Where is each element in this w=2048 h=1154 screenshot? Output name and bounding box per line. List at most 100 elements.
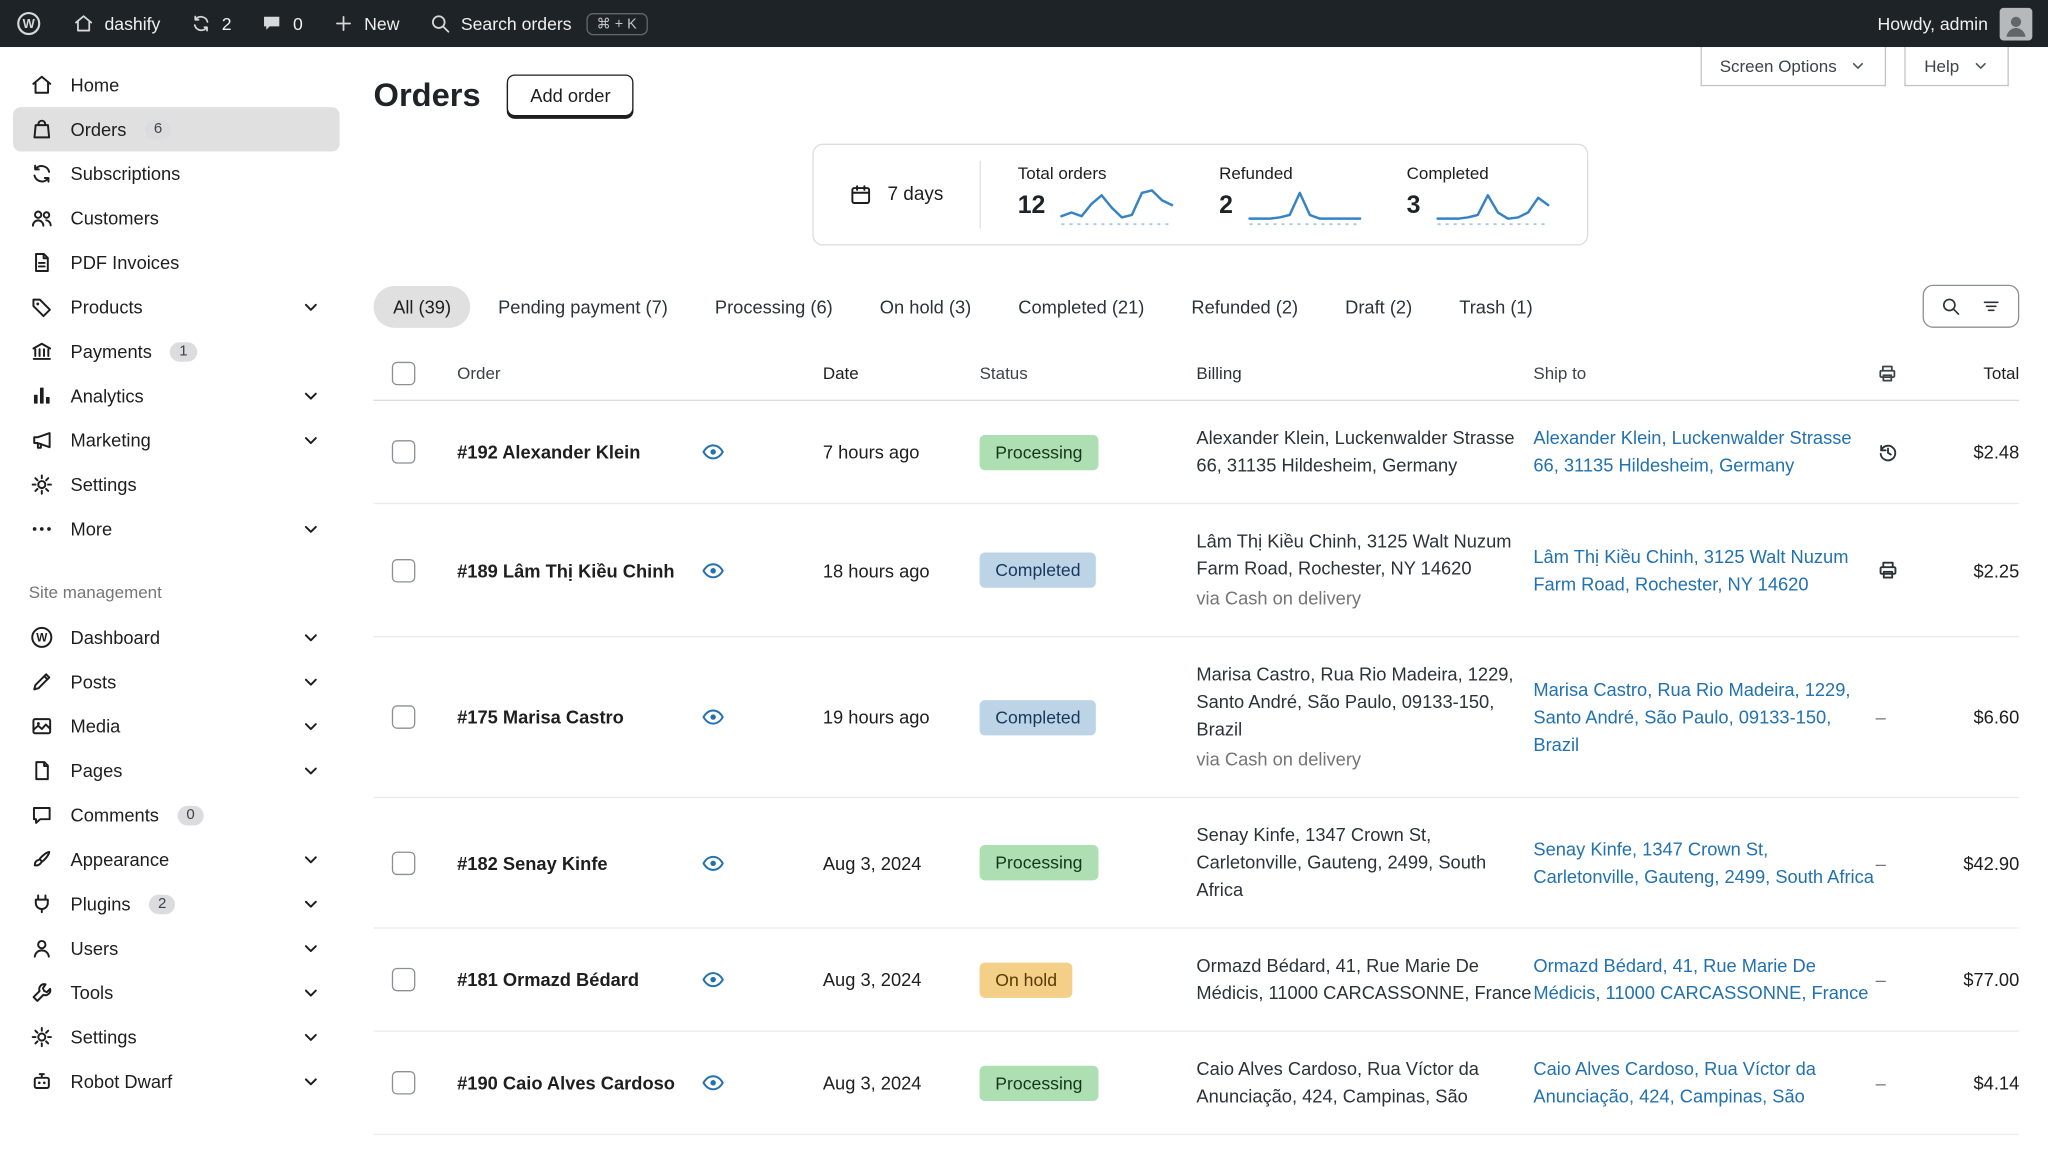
- period-selector[interactable]: 7 days: [848, 182, 943, 208]
- order-cell: #181 Ormazd Bédard: [457, 946, 700, 1014]
- order-link[interactable]: #190 Caio Alves Cardoso: [457, 1072, 675, 1093]
- sidebar-item-media[interactable]: Media: [13, 704, 340, 748]
- site-link[interactable]: dashify: [57, 0, 174, 47]
- shipto-link[interactable]: Alexander Klein, Luckenwalder Strasse 66…: [1533, 427, 1851, 475]
- sidebar-item-appearance[interactable]: Appearance: [13, 837, 340, 881]
- period-label: 7 days: [887, 184, 944, 206]
- select-all-checkbox[interactable]: [391, 361, 416, 385]
- billing-cell: Ormazd Bédard, 41, Rue Marie De Médicis,…: [1196, 929, 1533, 1031]
- preview-eye-icon[interactable]: [700, 967, 726, 993]
- table-search-icon[interactable]: [1940, 295, 1962, 317]
- sparkline-chart: [1435, 193, 1549, 225]
- orders-table: Order Date Status Billing Ship to Total …: [373, 346, 2020, 1136]
- analytics-icon: [29, 383, 55, 409]
- search-icon: [428, 12, 452, 36]
- filter-tab-processing-6[interactable]: Processing (6): [695, 285, 852, 327]
- order-link[interactable]: #192 Alexander Klein: [457, 441, 640, 462]
- sidebar-item-settings[interactable]: Settings: [13, 462, 340, 506]
- count-badge: 6: [144, 119, 172, 140]
- comments-icon: [29, 802, 55, 828]
- shipto-link[interactable]: Senay Kinfe, 1347 Crown St, Carletonvill…: [1533, 838, 1874, 886]
- preview-cell: [700, 534, 823, 607]
- wordpress-menu[interactable]: W: [0, 0, 57, 47]
- pages-icon: [29, 758, 55, 784]
- order-link[interactable]: #181 Ormazd Bédard: [457, 969, 639, 990]
- sidebar-item-products[interactable]: Products: [13, 285, 340, 329]
- marketing-icon: [29, 427, 55, 453]
- sidebar-item-marketing[interactable]: Marketing: [13, 418, 340, 462]
- settings-icon: [29, 1024, 55, 1050]
- sidebar-item-dashboard[interactable]: W Dashboard: [13, 615, 340, 659]
- filter-tab-draft-2[interactable]: Draft (2): [1326, 285, 1432, 327]
- search-orders-control[interactable]: Search orders ⌘ + K: [414, 0, 662, 47]
- billing-cell: Senay Kinfe, 1347 Crown St, Carletonvill…: [1196, 798, 1533, 927]
- history-icon[interactable]: [1876, 440, 1901, 465]
- preview-eye-icon[interactable]: [700, 850, 726, 876]
- filter-tab-on-hold-3[interactable]: On hold (3): [860, 285, 991, 327]
- filter-tab-trash-1[interactable]: Trash (1): [1440, 285, 1553, 327]
- sidebar-item-plugins[interactable]: Plugins 2: [13, 882, 340, 926]
- plus-icon: [332, 12, 356, 36]
- sidebar-item-settings[interactable]: Settings: [13, 1015, 340, 1059]
- sidebar-item-users[interactable]: Users: [13, 926, 340, 970]
- row-checkbox[interactable]: [391, 440, 416, 464]
- sidebar-item-robot-dwarf[interactable]: Robot Dwarf: [13, 1059, 340, 1103]
- row-checkbox[interactable]: [391, 967, 416, 992]
- shipto-link[interactable]: Caio Alves Cardoso, Rua Víctor da Anunci…: [1533, 1058, 1816, 1106]
- sidebar-item-orders[interactable]: Orders 6: [13, 107, 340, 152]
- chevron-icon: [298, 427, 324, 453]
- column-header-status: Status: [979, 363, 1028, 383]
- sidebar-item-comments[interactable]: Comments 0: [13, 793, 340, 837]
- stat-value-row: 12: [1018, 185, 1178, 227]
- printer-icon: [1876, 361, 1900, 385]
- sidebar-item-more[interactable]: More: [13, 507, 340, 551]
- printer-icon[interactable]: [1876, 558, 1901, 583]
- order-link[interactable]: #175 Marisa Castro: [457, 707, 624, 728]
- filter-tab-completed-21[interactable]: Completed (21): [999, 285, 1164, 327]
- stats-section: 7 days Total orders 12 Refunded 2 Completed 3: [353, 143, 2048, 246]
- sidebar-item-customers[interactable]: Customers: [13, 196, 340, 240]
- sidebar-item-payments[interactable]: Payments 1: [13, 329, 340, 373]
- preview-eye-icon[interactable]: [700, 704, 726, 730]
- sidebar-item-tools[interactable]: Tools: [13, 970, 340, 1014]
- order-link[interactable]: #182 Senay Kinfe: [457, 852, 607, 873]
- sidebar-item-subscriptions[interactable]: Subscriptions: [13, 152, 340, 196]
- row-checkbox[interactable]: [391, 850, 416, 875]
- sidebar-item-posts[interactable]: Posts: [13, 660, 340, 704]
- posts-icon: [29, 669, 55, 695]
- order-link[interactable]: #189 Lâm Thị Kiều Chinh: [457, 560, 674, 581]
- comments-indicator[interactable]: 0: [246, 0, 317, 47]
- sidebar-item-pages[interactable]: Pages: [13, 748, 340, 792]
- column-header-shipto: Ship to: [1533, 363, 1587, 383]
- new-content-menu[interactable]: New: [317, 0, 414, 47]
- appearance-icon: [29, 846, 55, 872]
- sidebar-section-label: Site management: [28, 582, 162, 603]
- screen-options-button[interactable]: Screen Options: [1700, 47, 1887, 87]
- sidebar-item-analytics[interactable]: Analytics: [13, 374, 340, 418]
- shipto-link[interactable]: Ormazd Bédard, 41, Rue Marie De Médicis,…: [1533, 955, 1868, 1003]
- updates-indicator[interactable]: 2: [175, 0, 246, 47]
- shipto-link[interactable]: Marisa Castro, Rua Rio Madeira, 1229, Sa…: [1533, 679, 1850, 755]
- filter-sliders-icon[interactable]: [1980, 295, 2002, 317]
- sidebar-item-label: Robot Dwarf: [70, 1071, 173, 1092]
- preview-eye-icon[interactable]: [700, 557, 726, 583]
- preview-eye-icon[interactable]: [700, 439, 726, 465]
- table-row: #189 Lâm Thị Kiều Chinh 18 hours ago Compl…: [373, 504, 2020, 638]
- row-checkbox[interactable]: [391, 1071, 416, 1095]
- sidebar-item-home[interactable]: Home: [13, 63, 340, 107]
- avatar[interactable]: [1999, 7, 2033, 40]
- preview-eye-icon[interactable]: [700, 1070, 726, 1096]
- payments-icon: [29, 338, 55, 364]
- filter-tab-all-39[interactable]: All (39): [373, 285, 471, 328]
- shipto-link[interactable]: Lâm Thị Kiều Chinh, 3125 Walt Nuzum Farm…: [1533, 545, 1848, 593]
- sidebar-item-label: Dashboard: [70, 626, 160, 648]
- filter-tab-refunded-2[interactable]: Refunded (2): [1172, 285, 1318, 327]
- row-checkbox[interactable]: [391, 558, 416, 582]
- help-button[interactable]: Help: [1904, 47, 2009, 87]
- order-cell: #175 Marisa Castro: [457, 683, 700, 751]
- row-checkbox[interactable]: [391, 705, 416, 729]
- sidebar-item-pdf-invoices[interactable]: PDF Invoices: [13, 240, 340, 284]
- order-cell: #190 Caio Alves Cardoso: [457, 1049, 700, 1117]
- filter-tab-pending-payment-7[interactable]: Pending payment (7): [479, 285, 688, 327]
- add-order-button[interactable]: Add order: [506, 74, 635, 117]
